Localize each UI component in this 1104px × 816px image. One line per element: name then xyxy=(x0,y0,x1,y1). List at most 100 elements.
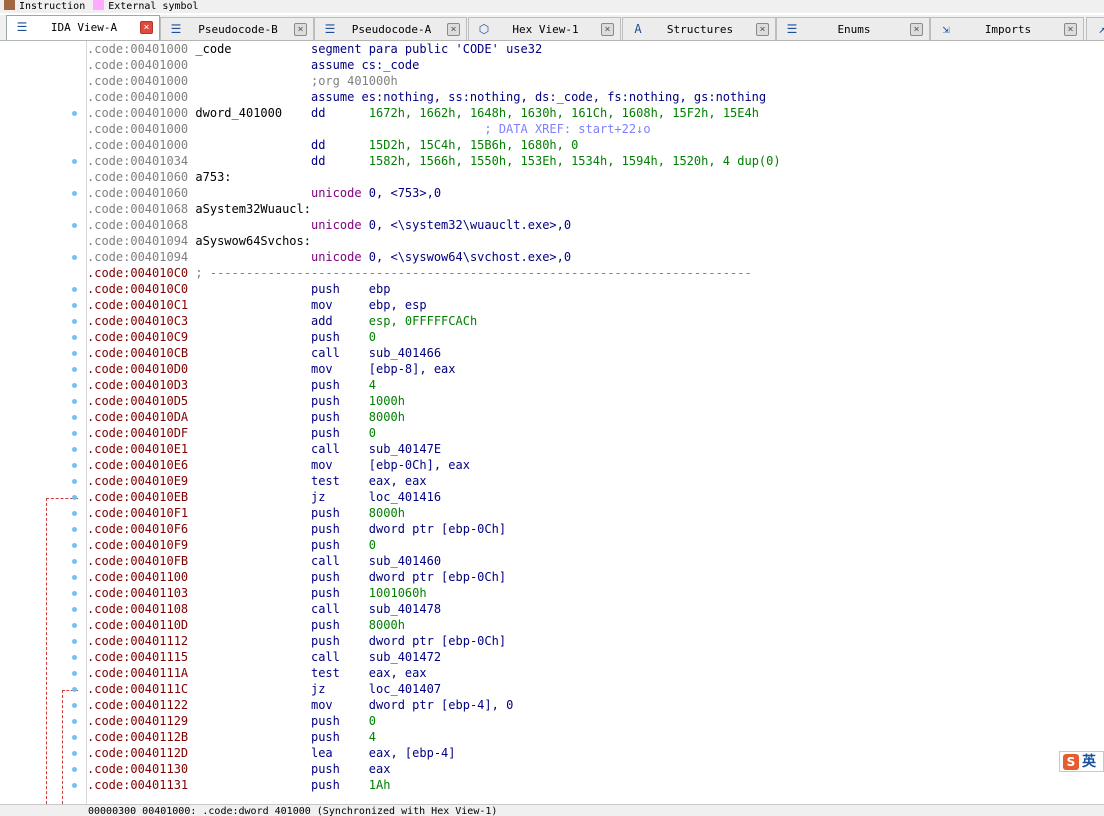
breakpoint-dot[interactable] xyxy=(72,655,77,660)
breakpoint-dot[interactable] xyxy=(72,159,77,164)
label-name[interactable]: a753: xyxy=(195,170,231,184)
breakpoint-dot[interactable] xyxy=(72,351,77,356)
operands[interactable]: eax, eax xyxy=(369,666,427,680)
listing-row[interactable]: .code:00401000 dword_401000 dd 1672h, 16… xyxy=(87,105,1097,121)
listing-row[interactable]: .code:004010C3 add esp, 0FFFFFCACh xyxy=(87,313,1097,329)
operands[interactable]: ebp xyxy=(369,282,391,296)
listing-row[interactable]: .code:00401112 push dword ptr [ebp-0Ch] xyxy=(87,633,1097,649)
breakpoint-dot[interactable] xyxy=(72,543,77,548)
operands[interactable]: eax, [ebp-4] xyxy=(369,746,456,760)
label-name[interactable]: dword_401000 xyxy=(195,106,282,120)
breakpoint-dot[interactable] xyxy=(72,687,77,692)
listing-row[interactable]: .code:004010F9 push 0 xyxy=(87,537,1097,553)
listing-row[interactable]: .code:0040110D push 8000h xyxy=(87,617,1097,633)
tab-pseudocode-b[interactable]: ☰ Pseudocode-B × xyxy=(160,17,314,40)
operands[interactable]: dword ptr [ebp-0Ch] xyxy=(369,522,506,536)
listing-row[interactable]: .code:00401100 push dword ptr [ebp-0Ch] xyxy=(87,569,1097,585)
listing-row[interactable]: .code:004010D5 push 1000h xyxy=(87,393,1097,409)
listing-row[interactable]: .code:0040112B push 4 xyxy=(87,729,1097,745)
operands[interactable]: 4 xyxy=(369,378,376,392)
close-icon[interactable]: × xyxy=(294,23,307,36)
operands[interactable]: 1672h, 1662h, 1648h, 1630h, 161Ch, 1608h… xyxy=(369,106,759,120)
operands[interactable]: eax, eax xyxy=(369,474,427,488)
operands[interactable]: esp, 0FFFFFCACh xyxy=(369,314,477,328)
breakpoint-dot[interactable] xyxy=(72,447,77,452)
breakpoint-dot[interactable] xyxy=(72,479,77,484)
breakpoint-dot[interactable] xyxy=(72,287,77,292)
label-name[interactable]: aSyswow64Svchos: xyxy=(195,234,311,248)
operands[interactable]: [ebp-8], eax xyxy=(369,362,456,376)
listing-row[interactable]: .code:00401000 assume es:nothing, ss:not… xyxy=(87,89,1097,105)
tab-pseudocode-a[interactable]: ☰ Pseudocode-A × xyxy=(314,17,467,40)
ime-indicator[interactable]: S 英 xyxy=(1059,751,1104,772)
breakpoint-dot[interactable] xyxy=(72,383,77,388)
operands[interactable]: dword ptr [ebp-0Ch] xyxy=(369,570,506,584)
breakpoint-dot[interactable] xyxy=(72,527,77,532)
listing-row[interactable]: .code:00401000 dd 15D2h, 15C4h, 15B6h, 1… xyxy=(87,137,1097,153)
breakpoint-dot[interactable] xyxy=(72,559,77,564)
listing-row[interactable]: .code:0040112D lea eax, [ebp-4] xyxy=(87,745,1097,761)
breakpoint-dot[interactable] xyxy=(72,399,77,404)
tab-imports[interactable]: ⇲ Imports × xyxy=(930,17,1084,40)
listing-row[interactable]: .code:004010DA push 8000h xyxy=(87,409,1097,425)
operands[interactable]: 1001060h xyxy=(369,586,427,600)
breakpoint-dot[interactable] xyxy=(72,575,77,580)
operands[interactable]: sub_40147E xyxy=(369,442,441,456)
listing-row[interactable]: .code:004010EB jz loc_401416 xyxy=(87,489,1097,505)
operands[interactable]: dword ptr [ebp-0Ch] xyxy=(369,634,506,648)
breakpoint-dot[interactable] xyxy=(72,783,77,788)
breakpoint-dot[interactable] xyxy=(72,495,77,500)
listing-row[interactable]: .code:00401000 ; DATA XREF: start+22↓o xyxy=(87,121,1097,137)
listing-row[interactable]: .code:00401094 aSyswow64Svchos: xyxy=(87,233,1097,249)
breakpoint-dot[interactable] xyxy=(72,703,77,708)
operands[interactable]: 0, <753>,0 xyxy=(369,186,441,200)
operands[interactable]: 1582h, 1566h, 1550h, 153Eh, 1534h, 1594h… xyxy=(369,154,781,168)
tab-structures[interactable]: A Structures × xyxy=(622,17,776,40)
listing-row[interactable]: .code:004010C9 push 0 xyxy=(87,329,1097,345)
close-icon[interactable]: × xyxy=(910,23,923,36)
tab-enums[interactable]: ☰ Enums × xyxy=(776,17,930,40)
listing-row[interactable]: .code:00401068 aSystem32Wuaucl: xyxy=(87,201,1097,217)
listing-row[interactable]: .code:004010C1 mov ebp, esp xyxy=(87,297,1097,313)
breakpoint-dot[interactable] xyxy=(72,223,77,228)
listing-row[interactable]: .code:00401034 dd 1582h, 1566h, 1550h, 1… xyxy=(87,153,1097,169)
listing-row[interactable]: .code:00401122 mov dword ptr [ebp-4], 0 xyxy=(87,697,1097,713)
operands[interactable]: sub_401460 xyxy=(369,554,441,568)
listing-row[interactable]: .code:00401130 push eax xyxy=(87,761,1097,777)
operands[interactable]: 8000h xyxy=(369,618,405,632)
close-icon[interactable]: × xyxy=(140,21,153,34)
operands[interactable]: loc_401416 xyxy=(369,490,441,504)
breakpoint-dot[interactable] xyxy=(72,415,77,420)
listing-row[interactable]: .code:004010E1 call sub_40147E xyxy=(87,441,1097,457)
operands[interactable]: 0, <\system32\wuauclt.exe>,0 xyxy=(369,218,571,232)
listing-row[interactable]: .code:00401108 call sub_401478 xyxy=(87,601,1097,617)
close-icon[interactable]: × xyxy=(447,23,460,36)
operands[interactable]: loc_401407 xyxy=(369,682,441,696)
xref-comment[interactable]: ; DATA XREF: start+22↓o xyxy=(311,122,650,136)
breakpoint-dot[interactable] xyxy=(72,671,77,676)
breakpoint-dot[interactable] xyxy=(72,767,77,772)
breakpoint-dot[interactable] xyxy=(72,607,77,612)
listing-row[interactable]: .code:00401000 ;org 401000h xyxy=(87,73,1097,89)
label-name[interactable]: aSystem32Wuaucl: xyxy=(195,202,311,216)
operands[interactable]: 0 xyxy=(369,426,376,440)
operands[interactable]: 4 xyxy=(369,730,376,744)
breakpoint-dot[interactable] xyxy=(72,303,77,308)
operands[interactable]: sub_401478 xyxy=(369,602,441,616)
tab-ida-view-a[interactable]: ☰ IDA View-A × xyxy=(6,15,160,40)
operands[interactable]: ebp, esp xyxy=(369,298,427,312)
close-icon[interactable]: × xyxy=(756,23,769,36)
label-name[interactable]: ; --------------------------------------… xyxy=(195,266,751,280)
breakpoint-dot[interactable] xyxy=(72,335,77,340)
listing-row[interactable]: .code:00401000 assume cs:_code xyxy=(87,57,1097,73)
operands[interactable]: 8000h xyxy=(369,410,405,424)
listing-row[interactable]: .code:00401115 call sub_401472 xyxy=(87,649,1097,665)
operands[interactable]: sub_401472 xyxy=(369,650,441,664)
listing-row[interactable]: .code:00401129 push 0 xyxy=(87,713,1097,729)
operands[interactable]: 0 xyxy=(369,714,376,728)
close-icon[interactable]: × xyxy=(601,23,614,36)
tab-exports[interactable]: ↗ xyxy=(1086,17,1104,40)
listing-row[interactable]: .code:004010F1 push 8000h xyxy=(87,505,1097,521)
operands[interactable]: 0 xyxy=(369,538,376,552)
operands[interactable]: 0, <\syswow64\svchost.exe>,0 xyxy=(369,250,571,264)
